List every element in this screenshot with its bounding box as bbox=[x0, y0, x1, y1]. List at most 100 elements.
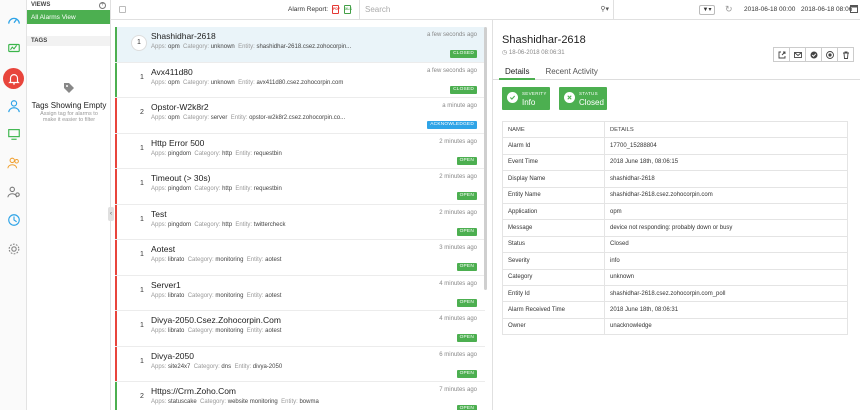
alarm-count: 1 bbox=[140, 215, 144, 223]
alarm-app: pingdom bbox=[168, 186, 192, 192]
alarm-time: 2 minutes ago bbox=[439, 138, 477, 145]
alarm-meta: Apps: opm Category: unknown Entity: avx4… bbox=[151, 80, 343, 86]
details-table: NAME DETAILS Alarm Id 17700_15288804 Event… bbox=[502, 120, 848, 336]
alarm-title[interactable]: Divya-2050 bbox=[151, 351, 194, 361]
record-icon[interactable] bbox=[821, 47, 838, 62]
alarm-count: 1 bbox=[140, 286, 144, 294]
monitor-icon[interactable] bbox=[6, 126, 21, 141]
apps-label: Apps: bbox=[151, 150, 167, 157]
alarm-row[interactable]: 2 Opstor-W2k8r2 Apps: opm Category: server… bbox=[115, 98, 485, 134]
alarm-title[interactable]: Divya-2050.Csez.Zohocorpin.Com bbox=[151, 315, 281, 325]
alarm-row[interactable]: 1 Test Apps: pingdom Category: http Entity… bbox=[115, 204, 485, 240]
apps-label: Apps: bbox=[151, 79, 167, 86]
alarm-entity: requestbin bbox=[253, 186, 282, 192]
refresh-icon[interactable]: ↻ bbox=[725, 4, 733, 15]
detail-row: Display Name shashidhar-2618 bbox=[502, 170, 848, 188]
alarm-entity: aotest bbox=[265, 328, 282, 334]
select-all-checkbox[interactable] bbox=[119, 6, 126, 13]
detail-row: Application opm bbox=[502, 202, 848, 221]
list-scrollbar[interactable] bbox=[484, 27, 487, 290]
tab-recent-activity[interactable]: Recent Activity bbox=[539, 66, 603, 80]
alarm-category: server bbox=[210, 115, 228, 121]
alarm-entity: avx411d80.csez.zohocorpin.com bbox=[256, 79, 344, 86]
collapse-panel-handle[interactable]: ‹ bbox=[108, 207, 114, 221]
alarm-meta: Apps: site24x7 Category: dns Entity: div… bbox=[151, 364, 282, 370]
alarm-time: a minute ago bbox=[442, 103, 477, 109]
entity-label: Entity: bbox=[235, 186, 253, 192]
tags-empty-title: Tags Showing Empty bbox=[31, 101, 107, 110]
alarm-title[interactable]: Timeout (> 30s) bbox=[151, 173, 210, 183]
alarm-row[interactable]: 1 Timeout (> 30s) Apps: pingdom Category: … bbox=[115, 169, 485, 205]
clock-icon[interactable] bbox=[6, 212, 21, 227]
alarm-row[interactable]: 1 Avx411d80 Apps: opm Category: unknown En… bbox=[115, 62, 485, 98]
detail-field-name: Alarm Id bbox=[502, 137, 605, 155]
users-icon[interactable] bbox=[6, 155, 21, 170]
calendar-icon[interactable] bbox=[850, 4, 858, 13]
alarm-title[interactable]: Opstor-W2k8r2 bbox=[151, 102, 209, 112]
detail-timestamp: ◷ 18-06-2018 08:06:31 bbox=[502, 50, 565, 56]
alarms-icon[interactable] bbox=[6, 40, 21, 55]
alarm-app: pingdom bbox=[168, 150, 192, 157]
detail-row: Alarm Received Time 2018 June 18th, 08:06… bbox=[502, 301, 848, 319]
add-view-icon[interactable]: + bbox=[99, 1, 106, 9]
open-external-icon[interactable] bbox=[773, 47, 790, 62]
alarm-row[interactable]: 1 Shashidhar-2618 Apps: opm Category: unkn… bbox=[115, 27, 485, 63]
alarm-row[interactable]: 1 Divya-2050 Apps: site24x7 Category: dns … bbox=[115, 346, 485, 382]
severity-indicator bbox=[115, 382, 117, 410]
detail-field-value: shashidhar-2618 bbox=[604, 170, 848, 188]
alarm-row[interactable]: 1 Divya-2050.Csez.Zohocorpin.Com Apps: lib… bbox=[115, 311, 485, 347]
check-circle-icon[interactable] bbox=[805, 47, 822, 62]
xls-report-icon[interactable]: XLS bbox=[344, 5, 352, 14]
detail-row: Entity Name shashidhar-2618.csez.zohocorp… bbox=[502, 186, 848, 204]
date-from[interactable]: 2018-06-18 00:00 bbox=[744, 6, 795, 13]
mail-icon[interactable] bbox=[789, 47, 806, 62]
tab-details[interactable]: Details bbox=[499, 66, 536, 80]
alarm-category: http bbox=[222, 150, 233, 157]
severity-indicator bbox=[115, 275, 117, 310]
view-item-all-alarms[interactable]: All Alarms View bbox=[27, 10, 110, 24]
apps-label: Apps: bbox=[151, 363, 167, 370]
entity-label: Entity: bbox=[230, 115, 248, 121]
detail-field-name: Event Time bbox=[502, 153, 605, 172]
alarm-title[interactable]: Http Error 500 bbox=[151, 138, 204, 148]
user-icon[interactable] bbox=[6, 98, 21, 113]
dashboard-icon[interactable] bbox=[6, 13, 21, 28]
status-badge: ACKNOWLEDGED bbox=[427, 121, 477, 129]
alarm-row[interactable]: 1 Http Error 500 Apps: pingdom Category: h… bbox=[115, 133, 485, 169]
search-input[interactable] bbox=[365, 0, 585, 18]
entity-label: Entity: bbox=[235, 150, 253, 157]
alarm-row[interactable]: 1 Server1 Apps: librato Category: monitori… bbox=[115, 275, 485, 311]
alarm-meta: Apps: librato Category: monitoring Entit… bbox=[151, 293, 281, 299]
filter-icon[interactable]: ▼▾ bbox=[699, 5, 715, 15]
severity-indicator bbox=[115, 240, 117, 275]
alarm-row[interactable]: 2 Https://Crm.Zoho.Com Apps: statuscake Ca… bbox=[115, 382, 485, 410]
severity-indicator bbox=[115, 133, 117, 168]
pdf-report-icon[interactable]: PDF bbox=[332, 5, 340, 14]
trash-icon[interactable] bbox=[837, 47, 854, 62]
alarm-title[interactable]: Avx411d80 bbox=[151, 67, 193, 77]
alarm-title[interactable]: Server1 bbox=[151, 280, 181, 290]
detail-field-value: device not responding: probably down or … bbox=[604, 219, 848, 237]
detail-field-name: Message bbox=[502, 219, 605, 237]
alarm-list: 1 Shashidhar-2618 Apps: opm Category: unkn… bbox=[115, 27, 485, 410]
date-to[interactable]: 2018-06-18 08:06 bbox=[801, 6, 852, 13]
detail-field-name: Application bbox=[502, 202, 605, 221]
alarm-title[interactable]: Aotest bbox=[151, 244, 175, 254]
alarm-title[interactable]: Shashidhar-2618 bbox=[151, 31, 216, 41]
settings-users-icon[interactable] bbox=[6, 184, 21, 199]
search-icon[interactable]: ⚲▾ bbox=[600, 5, 609, 13]
views-header: VIEWS + bbox=[27, 0, 110, 10]
alarm-row[interactable]: 1 Aotest Apps: librato Category: monitorin… bbox=[115, 240, 485, 276]
tags-empty-subtitle: Assign tag for alarms to make it easier … bbox=[40, 111, 98, 123]
alarm-category: unknown bbox=[210, 79, 235, 86]
alarm-title[interactable]: Test bbox=[151, 209, 167, 219]
alarm-meta: Apps: pingdom Category: http Entity: req… bbox=[151, 186, 282, 192]
severity-value: Info bbox=[522, 98, 536, 107]
close-icon bbox=[564, 92, 575, 103]
alarm-title[interactable]: Https://Crm.Zoho.Com bbox=[151, 386, 236, 396]
bell-icon[interactable] bbox=[3, 68, 24, 89]
category-label: Category: bbox=[187, 328, 214, 334]
gear-icon[interactable] bbox=[6, 241, 21, 256]
entity-label: Entity: bbox=[238, 44, 255, 50]
alarm-meta: Apps: statuscake Category: website monit… bbox=[151, 399, 319, 405]
